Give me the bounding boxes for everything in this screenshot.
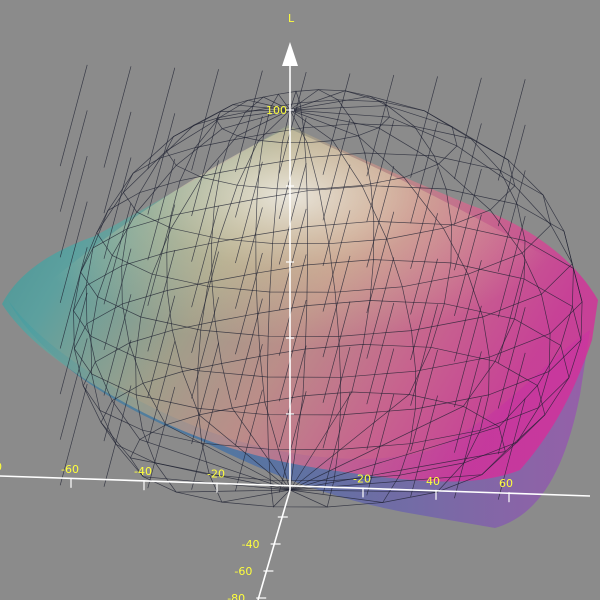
a-tick-label: 60: [499, 477, 513, 490]
wireframe-grid-line: [497, 79, 526, 181]
gamut-chart: L 100 80 -60 -40 -20 -20 40 60 -40 -60 -80: [0, 12, 598, 600]
gamut-3d-viewport[interactable]: L 100 80 -60 -40 -20 -20 40 60 -40 -60 -80: [0, 0, 600, 600]
wireframe-grid-line: [147, 67, 176, 170]
a-tick-label: -60: [61, 463, 79, 476]
wireframe-grid-line: [191, 69, 219, 171]
l-tick-label: 100: [266, 104, 287, 117]
wireframe-grid-line: [59, 110, 88, 212]
wireframe-grid-line: [59, 64, 88, 167]
a-tick-label: -20: [207, 468, 225, 481]
b-tick-label: -60: [234, 565, 252, 578]
wireframe-grid-line: [103, 66, 132, 168]
a-tick-label: 80: [0, 460, 2, 473]
b-tick-label: -40: [242, 538, 260, 551]
l-axis-arrowhead: [282, 42, 298, 66]
a-tick-label: -20: [353, 472, 371, 485]
b-tick-label: -80: [227, 592, 245, 600]
l-axis-title: L: [288, 12, 295, 25]
a-tick-label: 40: [426, 475, 440, 488]
a-tick-label: -40: [134, 465, 152, 478]
wireframe-grid-line: [454, 77, 482, 180]
